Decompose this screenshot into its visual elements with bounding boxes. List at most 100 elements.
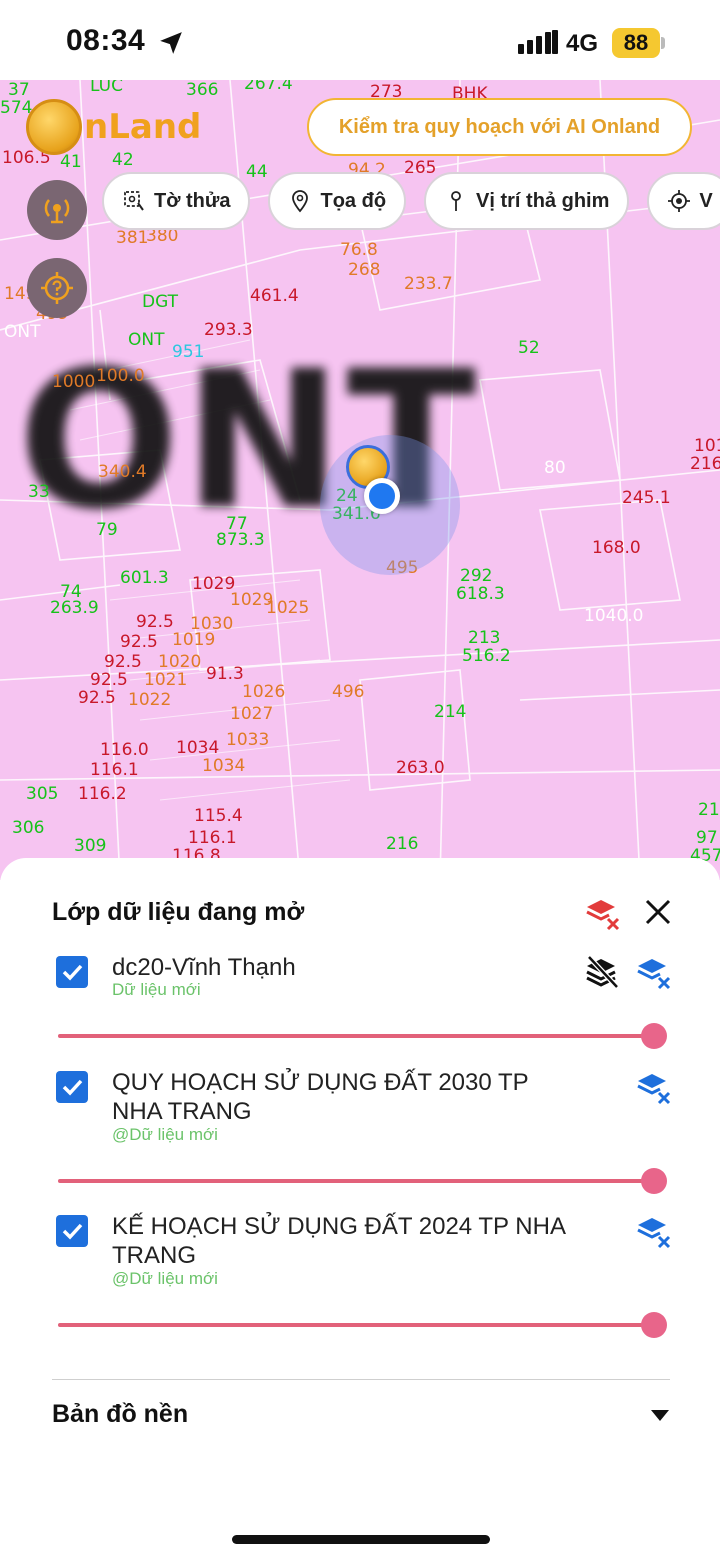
ai-check-planning-button[interactable]: Kiểm tra quy hoạch với AI Onland bbox=[307, 98, 692, 156]
divider bbox=[52, 1379, 670, 1380]
map-parcel-label: 116.0 bbox=[100, 740, 149, 760]
map-parcel-label: 267.4 bbox=[244, 80, 293, 94]
map-parcel-label: 92.5 bbox=[104, 652, 142, 672]
map-parcel-label: 116.1 bbox=[188, 828, 237, 848]
layers-bottom-sheet: Lớp dữ liệu đang mở dc20-Vĩnh Thạnh Dữ l… bbox=[0, 858, 720, 1558]
map-parcel-label: 1026 bbox=[242, 682, 286, 702]
map-parcel-label: 168.0 bbox=[592, 538, 641, 558]
map-parcel-label: 213 bbox=[468, 628, 501, 648]
opacity-slider-thumb[interactable] bbox=[641, 1168, 667, 1194]
hide-layer-icon[interactable] bbox=[585, 955, 621, 991]
map-parcel-label: 92.5 bbox=[120, 632, 158, 652]
map-parcel-label: 268 bbox=[348, 260, 381, 280]
chip-my-location[interactable]: V bbox=[647, 172, 720, 230]
map-parcel-label: 92.5 bbox=[90, 670, 128, 690]
layer-subtitle: @Dữ liệu mới bbox=[112, 1269, 218, 1288]
map-tool-chips: Tờ thửa Tọa độ Vị trí thả ghim V bbox=[102, 172, 720, 230]
map-parcel-label: 92.5 bbox=[136, 612, 174, 632]
chip-coordinates-label: Tọa độ bbox=[320, 189, 387, 212]
map-parcel-label: 1034 bbox=[176, 738, 220, 758]
map-parcel-label: 1019 bbox=[172, 630, 216, 650]
map-parcel-label: ONT bbox=[4, 322, 41, 342]
opacity-slider-thumb[interactable] bbox=[641, 1312, 667, 1338]
basemap-section-title[interactable]: Bản đồ nền bbox=[52, 1400, 188, 1429]
map-parcel-label: 91.3 bbox=[206, 664, 244, 684]
logo-text: nLand bbox=[84, 107, 202, 147]
remove-layer-icon[interactable] bbox=[636, 955, 672, 991]
checkmark-icon bbox=[62, 1079, 83, 1096]
map-parcel-label: 100.0 bbox=[96, 366, 145, 386]
locate-help-button[interactable] bbox=[27, 258, 87, 318]
map-parcel-label: 1021 bbox=[144, 670, 188, 690]
map-parcel-label: 1022 bbox=[128, 690, 172, 710]
map-parcel-label: 214 bbox=[434, 702, 467, 722]
opacity-slider-track[interactable] bbox=[58, 1323, 654, 1327]
map-parcel-label: 1025 bbox=[266, 598, 310, 618]
cellular-signal-icon bbox=[518, 30, 558, 54]
map-parcel-label: 116.1 bbox=[90, 760, 139, 780]
layer-checkbox[interactable] bbox=[56, 1215, 88, 1247]
map-parcel-label: 496 bbox=[332, 682, 365, 702]
opacity-slider-track[interactable] bbox=[58, 1179, 654, 1183]
map-parcel-label: 245.1 bbox=[622, 488, 671, 508]
chip-drop-pin[interactable]: Vị trí thả ghim bbox=[424, 172, 630, 230]
layer-name: QUY HOẠCH SỬ DỤNG ĐẤT 2030 TP NHA TRANG bbox=[112, 1069, 529, 1125]
status-bar: 08:34 4G 88 bbox=[0, 0, 720, 80]
map-parcel-label: 21 bbox=[698, 800, 720, 820]
pushpin-icon bbox=[451, 191, 461, 211]
layer-checkbox[interactable] bbox=[56, 956, 88, 988]
battery-cap bbox=[661, 37, 665, 49]
map-parcel-label: 97 bbox=[696, 828, 718, 848]
map-parcel-label: 293.3 bbox=[204, 320, 253, 340]
layer-checkbox[interactable] bbox=[56, 1071, 88, 1103]
broadcast-icon bbox=[44, 199, 70, 224]
layer-subtitle: @Dữ liệu mới bbox=[112, 1125, 218, 1144]
map-parcel-label: 79 bbox=[96, 520, 118, 540]
remove-layer-icon[interactable] bbox=[636, 1214, 672, 1250]
map-parcel-label: 1020 bbox=[158, 652, 202, 672]
opacity-slider-thumb[interactable] bbox=[641, 1023, 667, 1049]
battery-icon: 88 bbox=[612, 28, 660, 58]
chip-my-location-label: V bbox=[699, 189, 713, 212]
map-parcel-label: 340.4 bbox=[98, 462, 147, 482]
current-location-dot bbox=[364, 478, 400, 514]
map-parcel-label: 1029 bbox=[192, 574, 236, 594]
close-icon[interactable] bbox=[642, 896, 674, 928]
map-parcel-label: LUC bbox=[90, 80, 123, 96]
map-parcel-label: 305 bbox=[26, 784, 59, 804]
map-parcel-label: 618.3 bbox=[456, 584, 505, 604]
chip-parcel[interactable]: Tờ thửa bbox=[102, 172, 251, 230]
remove-layer-icon[interactable] bbox=[636, 1070, 672, 1106]
layers-broadcast-button[interactable] bbox=[27, 180, 87, 240]
map-parcel-label: 115.4 bbox=[194, 806, 243, 826]
map-parcel-label: 1000 bbox=[52, 372, 96, 392]
map-parcel-label: 1033 bbox=[226, 730, 270, 750]
map-parcel-label: 1040.0 bbox=[584, 606, 644, 626]
layer-subtitle: Dữ liệu mới bbox=[112, 980, 201, 999]
parcel-icon bbox=[124, 191, 144, 211]
chevron-down-icon[interactable] bbox=[650, 1408, 670, 1422]
map-parcel-label: 366 bbox=[186, 80, 219, 100]
home-indicator bbox=[232, 1535, 490, 1544]
map-parcel-label: 116.2 bbox=[78, 784, 127, 804]
crosshair-icon bbox=[668, 190, 691, 212]
opacity-slider-track[interactable] bbox=[58, 1034, 654, 1038]
chip-drop-pin-label: Vị trí thả ghim bbox=[476, 189, 610, 212]
chip-coordinates[interactable]: Tọa độ bbox=[268, 172, 407, 230]
map-parcel-label: 33 bbox=[28, 482, 50, 502]
map-parcel-label: 76.8 bbox=[340, 240, 378, 260]
map-parcel-label: 951 bbox=[172, 342, 205, 362]
map-parcel-label: 92.5 bbox=[78, 688, 116, 708]
checkmark-icon bbox=[62, 1223, 83, 1240]
map-view[interactable]: ONT 37 574 LUC 366 267.4 273 BHK 106.5 41 42 44 94.… bbox=[0, 80, 720, 880]
sheet-title: Lớp dữ liệu đang mở bbox=[52, 898, 305, 926]
map-parcel-label: 309 bbox=[74, 836, 107, 856]
map-parcel-label: 37 bbox=[8, 80, 30, 100]
map-parcel-label: ONT bbox=[128, 330, 165, 350]
map-parcel-label: 461.4 bbox=[250, 286, 299, 306]
map-parcel-label: 233.7 bbox=[404, 274, 453, 294]
map-parcel-label: 216 bbox=[690, 454, 720, 474]
network-type: 4G bbox=[566, 30, 599, 57]
remove-all-layers-icon[interactable] bbox=[585, 896, 621, 932]
map-parcel-label: 292 bbox=[460, 566, 493, 586]
